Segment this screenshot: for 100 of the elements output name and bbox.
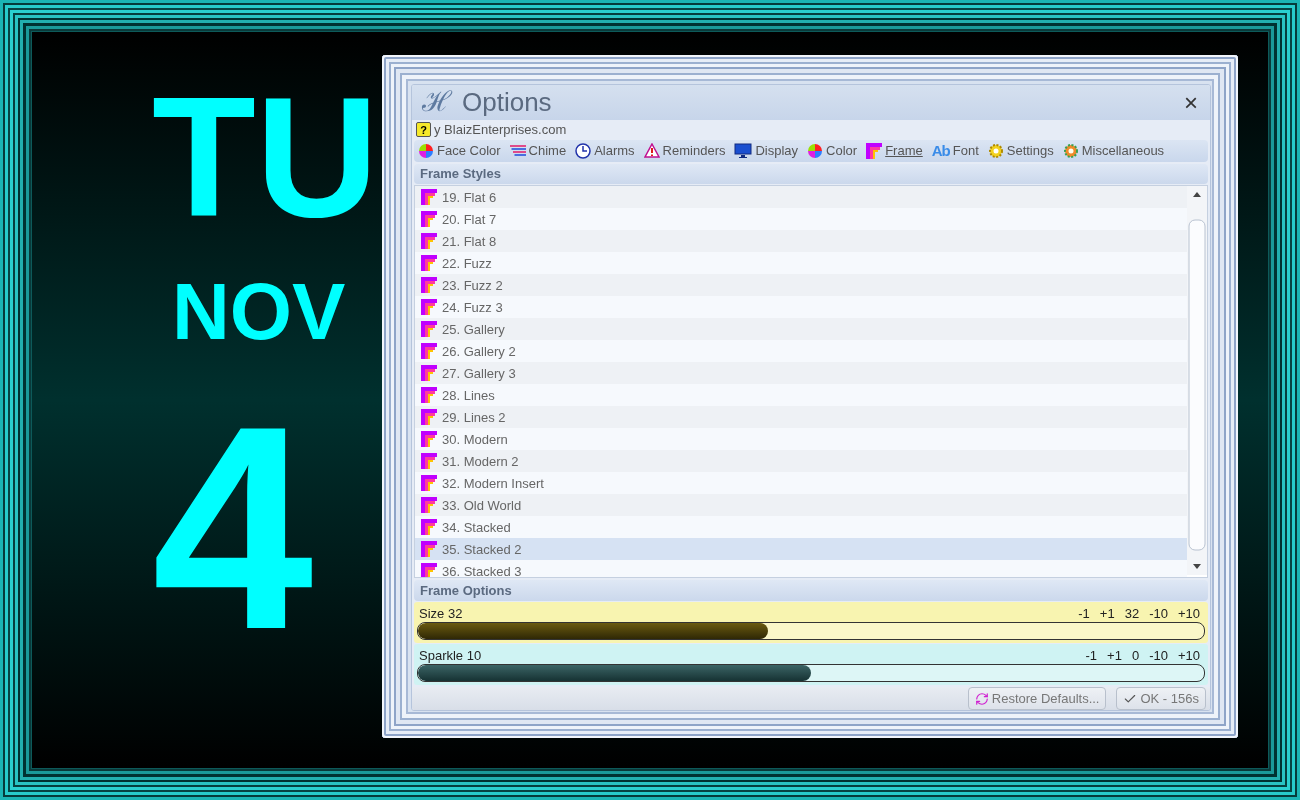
monitor-icon <box>734 142 753 159</box>
item-label: 22. Fuzz <box>442 255 492 271</box>
item-label: 30. Modern <box>442 431 508 447</box>
tab[interactable]: Ab Font <box>931 142 979 160</box>
list-item[interactable]: 21. Flat 8 <box>415 230 1187 253</box>
item-label: 24. Fuzz 3 <box>442 299 503 315</box>
list-item[interactable]: 31. Modern 2 <box>415 450 1187 473</box>
frame-corner-icon <box>421 563 437 578</box>
step-button[interactable]: +10 <box>1172 605 1205 621</box>
frame-corner-icon <box>421 255 437 272</box>
item-label: 23. Fuzz 2 <box>442 277 503 293</box>
list-item[interactable]: 29. Lines 2 <box>415 406 1187 429</box>
tab[interactable]: Frame <box>866 142 923 159</box>
frame-corner-icon <box>421 519 437 536</box>
item-label: 26. Gallery 2 <box>442 343 516 359</box>
tab[interactable]: Face Color <box>418 142 501 159</box>
list-item[interactable]: 35. Stacked 2 <box>415 538 1187 561</box>
month-text: NOV <box>172 272 346 352</box>
restore-defaults-button[interactable]: Restore Defaults... <box>967 687 1107 710</box>
frame-corner-icon <box>421 497 437 514</box>
website-link[interactable]: y BlaizEnterprises.com <box>434 122 567 138</box>
section-header: Frame Options <box>414 580 1208 601</box>
item-label: 31. Modern 2 <box>442 453 519 469</box>
font-icon: Ab <box>931 142 950 160</box>
item-label: 25. Gallery <box>442 321 505 337</box>
list-item[interactable]: 36. Stacked 3 <box>415 560 1187 578</box>
step-button[interactable]: +10 <box>1172 647 1205 663</box>
tab[interactable]: Miscellaneous <box>1062 142 1165 159</box>
frame-corner-icon <box>421 343 437 360</box>
slider-label: Size 32 <box>418 605 464 621</box>
item-label: 35. Stacked 2 <box>442 541 522 557</box>
list-item[interactable]: 22. Fuzz <box>415 252 1187 275</box>
item-label: 19. Flat 6 <box>442 189 497 205</box>
scrollbar[interactable] <box>1187 186 1207 576</box>
color-wheel-icon <box>418 142 434 159</box>
app-logo: ℋ <box>421 85 454 121</box>
frame-corner-icon <box>421 409 437 426</box>
step-button[interactable]: +1 <box>1094 605 1120 621</box>
frame-corner-icon <box>421 321 437 338</box>
ok-button[interactable]: OK - 156s <box>1116 687 1206 710</box>
item-label: 36. Stacked 3 <box>442 563 522 578</box>
step-button[interactable]: -1 <box>1080 647 1103 663</box>
tab[interactable]: Display <box>734 142 799 159</box>
frame-corner-icon <box>421 277 437 294</box>
section-header: Frame Styles <box>414 163 1208 185</box>
step-button[interactable]: 0 <box>1126 647 1145 663</box>
help-icon[interactable]: ? <box>416 122 431 138</box>
tab[interactable]: Settings <box>987 142 1054 159</box>
list-item[interactable]: 28. Lines <box>415 384 1187 407</box>
tab[interactable]: Reminders <box>643 143 726 159</box>
list-item[interactable]: 34. Stacked <box>415 516 1187 539</box>
tab[interactable]: Chime <box>509 143 567 159</box>
close-button[interactable]: × <box>1178 90 1204 115</box>
warning-icon <box>643 143 660 159</box>
weekday-text: TU <box>152 72 379 242</box>
gear-icon <box>1062 142 1079 159</box>
list-item[interactable]: 20. Flat 7 <box>415 208 1187 231</box>
step-button[interactable]: +1 <box>1102 647 1127 663</box>
frame-corner-icon <box>421 233 437 250</box>
frame-corner-icon <box>421 453 437 470</box>
frame-corner-icon <box>421 541 437 558</box>
list-item[interactable]: 33. Old World <box>415 494 1187 517</box>
step-button[interactable]: 32 <box>1119 605 1145 621</box>
date-text: 4 <box>152 382 314 672</box>
slider-track[interactable] <box>417 664 1205 682</box>
step-button[interactable]: -1 <box>1073 605 1095 621</box>
step-button[interactable]: -10 <box>1144 605 1173 621</box>
step-button[interactable]: -10 <box>1144 647 1173 663</box>
item-label: 32. Modern Insert <box>442 475 544 491</box>
item-label: 33. Old World <box>442 497 522 513</box>
frame-corner-icon <box>421 189 437 206</box>
bars-icon <box>509 144 526 157</box>
frame-corner-icon <box>421 299 437 316</box>
frame-corner-icon <box>421 365 437 382</box>
list-item[interactable]: 30. Modern <box>415 428 1187 451</box>
slider-label: Sparkle 10 <box>418 647 483 663</box>
item-label: 29. Lines 2 <box>442 409 506 425</box>
frame-corner-icon <box>866 142 883 159</box>
tab[interactable]: Color <box>807 142 858 159</box>
slider-track[interactable] <box>417 622 1205 640</box>
list-item[interactable]: 19. Flat 6 <box>415 186 1187 209</box>
frame-corner-icon <box>421 387 437 404</box>
frame-corner-icon <box>421 211 437 228</box>
list-item[interactable]: 23. Fuzz 2 <box>415 274 1187 297</box>
list-item[interactable]: 24. Fuzz 3 <box>415 296 1187 319</box>
item-label: 20. Flat 7 <box>442 211 497 227</box>
clock-icon <box>575 142 592 159</box>
list-item[interactable]: 32. Modern Insert <box>415 472 1187 495</box>
list-item[interactable]: 25. Gallery <box>415 318 1187 341</box>
list-item[interactable]: 26. Gallery 2 <box>415 340 1187 363</box>
item-label: 28. Lines <box>442 387 495 403</box>
item-label: 27. Gallery 3 <box>442 365 516 381</box>
window-title: Options <box>462 87 553 118</box>
list-item[interactable]: 27. Gallery 3 <box>415 362 1187 385</box>
item-label: 21. Flat 8 <box>442 233 497 249</box>
refresh-icon <box>974 691 989 706</box>
gear-icon <box>987 142 1004 159</box>
frame-corner-icon <box>421 475 437 492</box>
color-wheel-icon <box>807 142 824 159</box>
tab[interactable]: Alarms <box>575 142 635 159</box>
